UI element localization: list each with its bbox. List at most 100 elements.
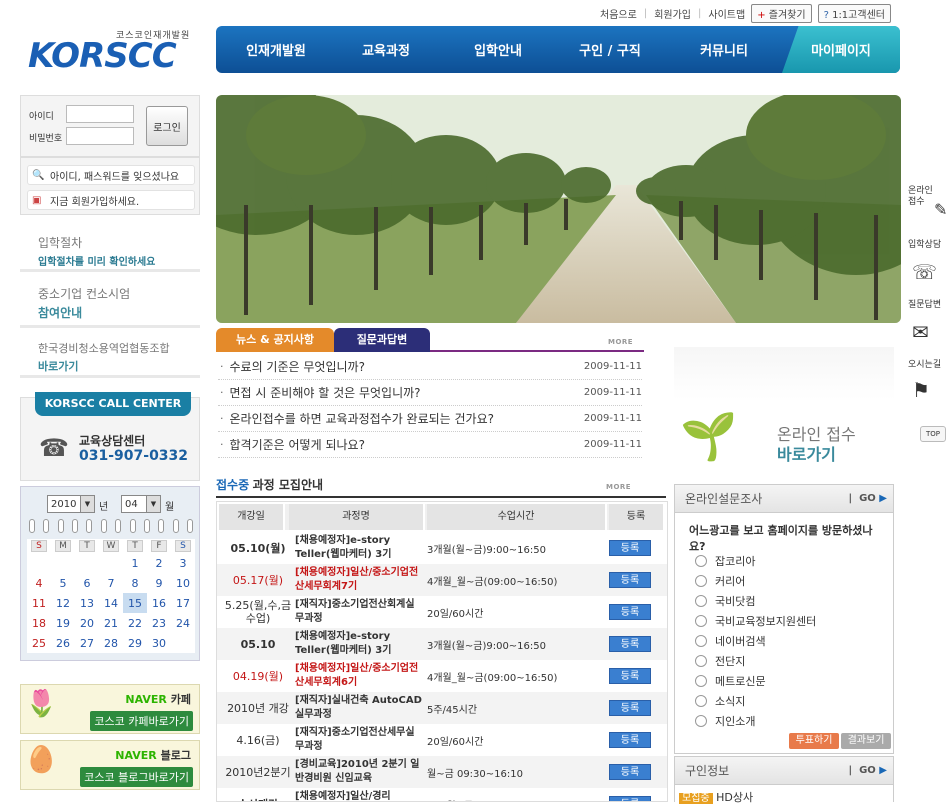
login-button[interactable]: 로그인 (146, 106, 188, 146)
home-link[interactable]: 처음으로 (600, 6, 637, 21)
naver-cafe-banner[interactable]: 🌷 NAVER 카페 코스코 카페바로가기 (20, 684, 200, 734)
calendar-day[interactable]: 9 (147, 573, 171, 593)
course-name[interactable]: [채용예정자]일산/중소기업전산세무회계7기 (295, 566, 423, 594)
side-link-admission[interactable]: 입학절차 입학절차를 미리 확인하세요 (20, 232, 200, 272)
news-more-link[interactable]: MORE (608, 338, 633, 346)
top-button[interactable]: TOP (920, 426, 946, 442)
radio-button[interactable] (695, 575, 707, 587)
find-account-link[interactable]: 🔍 아이디, 패스워드를 잊으셨나요 (27, 165, 195, 185)
radio-button[interactable] (695, 675, 707, 687)
sitemap-link[interactable]: 사이트맵 (708, 6, 745, 21)
news-item[interactable]: · 온라인접수를 하면 교육과정접수가 완료되는 건가요? 2009-11-11 (218, 406, 642, 432)
survey-option[interactable]: 지인소개 (695, 713, 755, 729)
vote-button[interactable]: 투표하기 (789, 733, 839, 749)
join-link[interactable]: 회원가입 (654, 6, 691, 21)
register-button[interactable]: 등록 (609, 636, 651, 652)
register-button[interactable]: 등록 (609, 700, 651, 716)
radio-button[interactable] (695, 595, 707, 607)
news-item[interactable]: · 수료의 기준은 무엇입니까? 2009-11-11 (218, 354, 642, 380)
calendar-day[interactable]: 5 (51, 573, 75, 593)
radio-button[interactable] (695, 615, 707, 627)
survey-option[interactable]: 전단지 (695, 653, 745, 669)
calendar-day[interactable]: 25 (27, 633, 51, 653)
job-item[interactable]: 모집중 HD상사 (679, 789, 753, 805)
side-link-consortium[interactable]: 중소기업 컨소시엄 참여안내 (20, 283, 200, 328)
calendar-day[interactable]: 19 (51, 613, 75, 633)
join-now-link[interactable]: ▣ 지금 회원가입하세요. (27, 190, 195, 210)
calendar-day[interactable]: 10 (171, 573, 195, 593)
calendar-day[interactable]: 21 (99, 613, 123, 633)
nav-item-mypage[interactable]: 마이페이지 (782, 26, 900, 73)
course-name[interactable]: [채용예정자]e-story Teller(웹마케터) 3기 (295, 534, 423, 562)
side-link-union[interactable]: 한국경비청소용역업협동조합 바로가기 (20, 338, 200, 378)
quick-qna[interactable]: 질문답변 (908, 300, 941, 311)
radio-button[interactable] (695, 715, 707, 727)
radio-button[interactable] (695, 695, 707, 707)
calendar-day[interactable]: 30 (147, 633, 171, 653)
calendar-day[interactable]: 16 (147, 593, 171, 613)
calendar-day[interactable]: 11 (27, 593, 51, 613)
radio-button[interactable] (695, 635, 707, 647)
password-input[interactable] (66, 127, 134, 145)
calendar-day[interactable]: 3 (171, 553, 195, 573)
survey-option[interactable]: 국비교육정보지원센터 (695, 613, 816, 629)
course-more-link[interactable]: MORE (606, 483, 631, 491)
register-button[interactable]: 등록 (609, 732, 651, 748)
course-name[interactable]: [재직자]실내건축 AutoCAD 실무과정 (295, 694, 423, 722)
radio-button[interactable] (695, 655, 707, 667)
calendar-day[interactable]: 14 (99, 593, 123, 613)
tab-news[interactable]: 뉴스 & 공지사항 (216, 328, 334, 352)
nav-item-center[interactable]: 인재개발원 (230, 40, 322, 59)
news-item[interactable]: · 합격기준은 어떻게 되나요? 2009-11-11 (218, 432, 642, 458)
online-apply-banner[interactable]: 🌱 온라인 접수 바로가기 (674, 347, 894, 479)
register-button[interactable]: 등록 (609, 764, 651, 780)
calendar-day[interactable]: 13 (75, 593, 99, 613)
course-name[interactable]: [재직자]중소기업전산세무실무과정 (295, 726, 423, 754)
calendar-day[interactable]: 17 (171, 593, 195, 613)
survey-option[interactable]: 네이버검색 (695, 633, 766, 649)
calendar-day-today[interactable]: 15 (123, 593, 147, 613)
jobs-go-link[interactable]: | GO ▶ (848, 757, 887, 785)
nav-item-community[interactable]: 커뮤니티 (682, 40, 766, 59)
calendar-day[interactable]: 24 (171, 613, 195, 633)
naver-blog-banner[interactable]: 🥚 NAVER 블로그 코스코 블로그바로가기 (20, 740, 200, 790)
calendar-day[interactable]: 4 (27, 573, 51, 593)
course-name[interactable]: [경비교육]2010년 2분기 일반경비원 신임교육 (295, 758, 423, 786)
quick-online[interactable]: 온라인 접수 (908, 186, 933, 208)
calendar-day[interactable]: 12 (51, 593, 75, 613)
register-button[interactable]: 등록 (609, 572, 651, 588)
year-select[interactable]: 2010 ▼ (47, 495, 95, 513)
calendar-day[interactable]: 28 (99, 633, 123, 653)
calendar-day[interactable]: 18 (27, 613, 51, 633)
nav-item-admission[interactable]: 입학안내 (456, 40, 540, 59)
survey-go-link[interactable]: | GO ▶ (848, 485, 887, 513)
quick-consult[interactable]: 입학상담 (908, 240, 941, 251)
survey-option[interactable]: 국비닷컴 (695, 593, 755, 609)
id-input[interactable] (66, 105, 134, 123)
register-button[interactable]: 등록 (609, 540, 651, 556)
support-button[interactable]: ? 1:1고객센터 (817, 3, 891, 23)
calendar-day[interactable]: 6 (75, 573, 99, 593)
calendar-day[interactable]: 26 (51, 633, 75, 653)
radio-button[interactable] (695, 555, 707, 567)
survey-option[interactable]: 커리어 (695, 573, 745, 589)
month-select[interactable]: 04 ▼ (121, 495, 161, 513)
calendar-day[interactable]: 23 (147, 613, 171, 633)
calendar-day[interactable]: 27 (75, 633, 99, 653)
nav-item-courses[interactable]: 교육과정 (344, 40, 428, 59)
calendar-day[interactable]: 2 (147, 553, 171, 573)
calendar-day[interactable]: 8 (123, 573, 147, 593)
tab-qna[interactable]: 질문과답변 (334, 328, 430, 352)
register-button[interactable]: 등록 (609, 796, 651, 801)
survey-option[interactable]: 소식지 (695, 693, 745, 709)
course-name[interactable]: [채용예정자]e-story Teller(웹마케터) 3기 (295, 630, 423, 658)
result-button[interactable]: 결과보기 (841, 733, 891, 749)
course-name[interactable]: [채용예정자]일산/경리 (295, 790, 423, 801)
calendar-day[interactable]: 22 (123, 613, 147, 633)
survey-option[interactable]: 메트로신문 (695, 673, 766, 689)
calendar-day[interactable]: 1 (123, 553, 147, 573)
bookmark-button[interactable]: + 즐겨찾기 (751, 3, 812, 23)
quick-map[interactable]: 오시는길 (908, 360, 941, 371)
calendar-day[interactable]: 20 (75, 613, 99, 633)
logo[interactable]: 코스코인재개발원 KORSCC (28, 30, 198, 76)
